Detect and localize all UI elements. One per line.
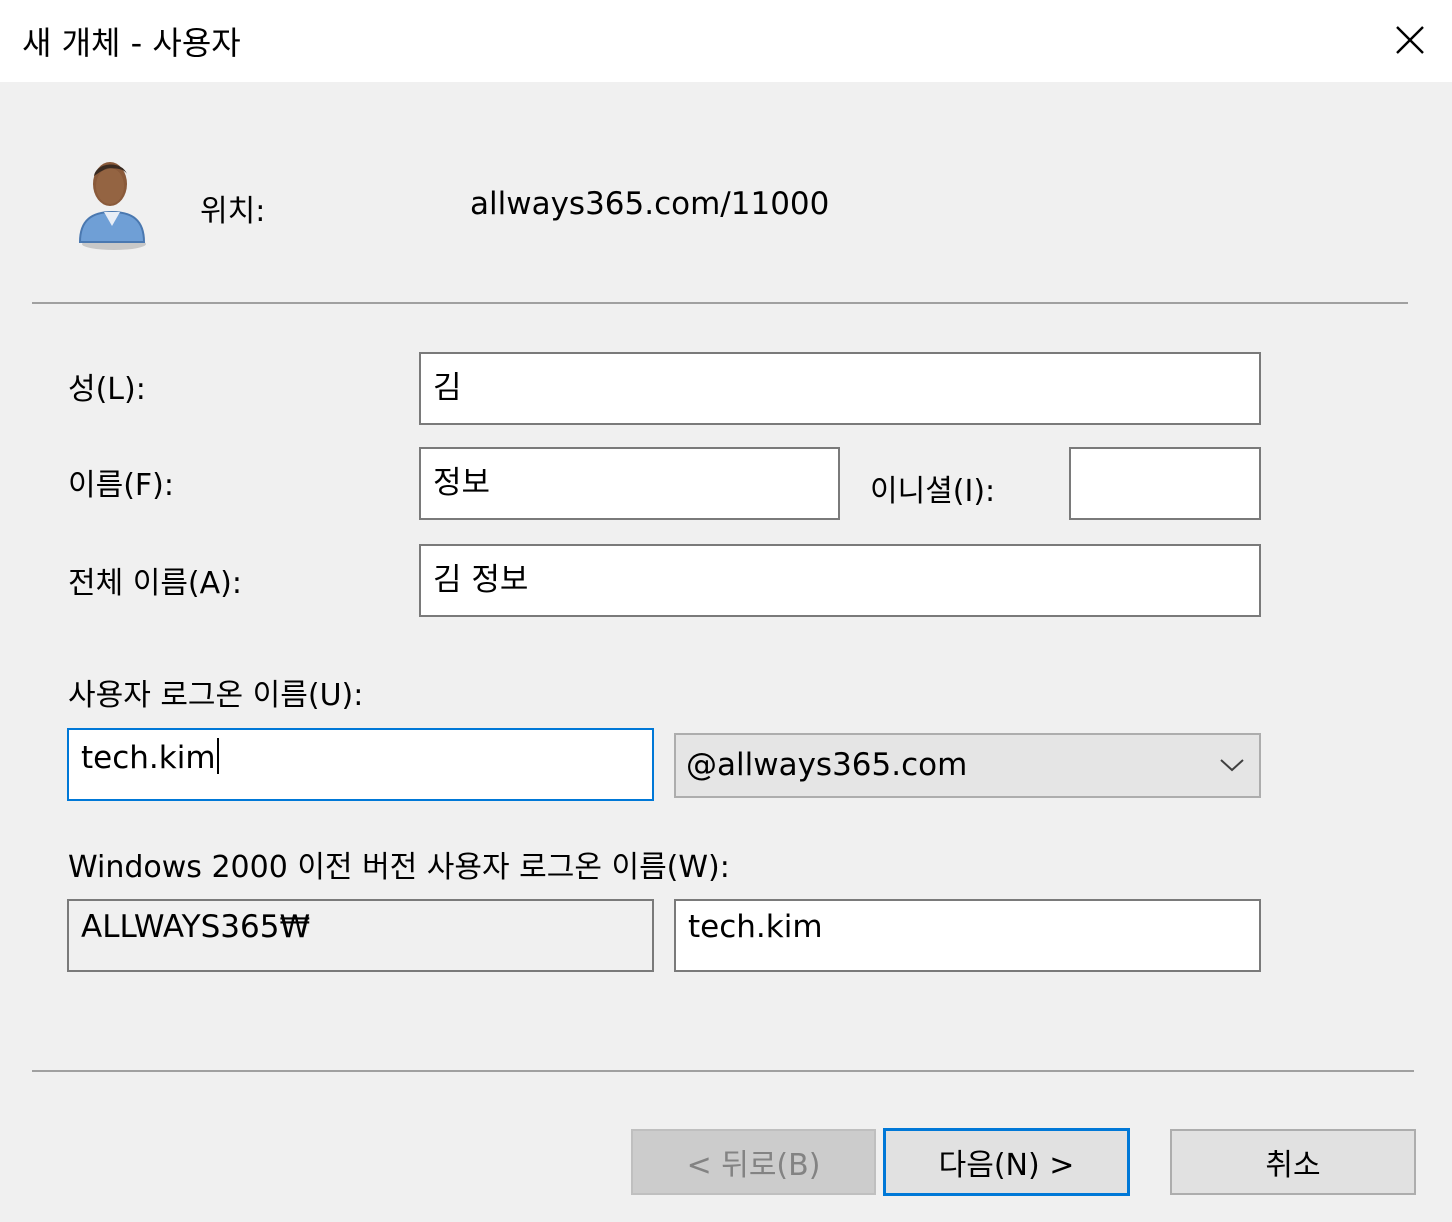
location-label: 위치: [200,194,266,229]
close-icon [1396,26,1424,54]
separator-top [32,302,1408,304]
chevron-down-icon [1220,759,1244,772]
pre2000-label: Windows 2000 이전 버전 사용자 로그온 이름(W): [68,850,730,885]
first-name-value: 정보 [433,465,491,501]
separator-bottom [32,1070,1414,1072]
logon-name-label: 사용자 로그온 이름(U): [68,678,364,713]
first-name-label: 이름(F): [68,468,174,503]
title-bar: 새 개체 - 사용자 [0,0,1452,82]
back-button[interactable]: < 뒤로(B) [631,1129,876,1195]
last-name-field[interactable]: 김 [419,352,1261,425]
upn-suffix-selected: @allways365.com [686,747,968,783]
pre2000-logon-field[interactable]: tech.kim [674,899,1261,972]
upn-suffix-dropdown[interactable]: @allways365.com [674,733,1261,798]
pre2000-domain-field: ALLWAYS365₩ [67,899,654,972]
cancel-button[interactable]: 취소 [1170,1129,1416,1195]
cancel-button-label: 취소 [1265,1148,1321,1183]
pre2000-domain-value: ALLWAYS365₩ [81,909,311,945]
window-title: 새 개체 - 사용자 [22,24,241,62]
pre2000-logon-value: tech.kim [688,909,823,945]
first-name-field[interactable]: 정보 [419,447,840,520]
last-name-value: 김 [433,370,462,406]
initials-field[interactable] [1069,447,1261,520]
user-icon [78,162,146,250]
close-button[interactable] [1378,12,1442,68]
back-button-label: < 뒤로(B) [686,1148,821,1183]
initials-label: 이니셜(I): [870,474,996,509]
next-button-label: 다음(N) > [938,1148,1075,1183]
last-name-label: 성(L): [68,372,146,407]
logon-name-field[interactable]: tech.kim [67,728,654,801]
next-button[interactable]: 다음(N) > [883,1128,1130,1196]
full-name-label: 전체 이름(A): [68,566,242,601]
full-name-field[interactable]: 김 정보 [419,544,1261,617]
full-name-value: 김 정보 [433,562,529,598]
text-caret [216,738,219,774]
logon-name-value: tech.kim [81,740,216,776]
location-value: allways365.com/11000 [470,186,830,222]
